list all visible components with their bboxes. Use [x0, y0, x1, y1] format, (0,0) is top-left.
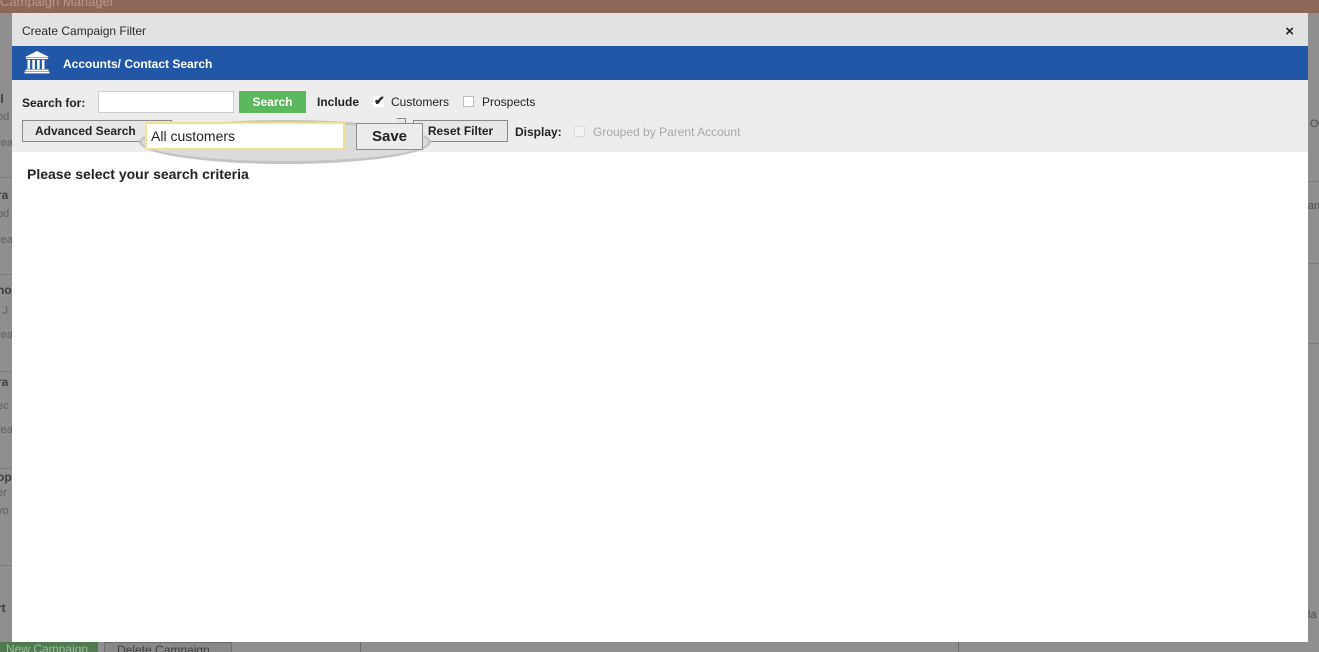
filter-name-input[interactable]	[145, 122, 345, 150]
save-button[interactable]: Save	[356, 123, 423, 150]
bank-icon	[24, 51, 50, 74]
display-label: Display:	[515, 125, 562, 139]
background-list-item-title: ll	[0, 92, 4, 106]
background-divider	[1308, 181, 1319, 182]
background-list-item-sub: yo	[0, 505, 9, 517]
background-bottom-bar: New Campaign Delete Campaign	[0, 642, 1319, 652]
background-list-item-sub: ec	[0, 400, 9, 412]
background-divider	[1308, 263, 1319, 264]
background-right-panel: O an la	[1308, 13, 1319, 652]
background-topbar: Campaign Manager	[0, 0, 1319, 13]
background-delete-campaign-button: Delete Campaign	[104, 642, 232, 652]
background-list-item-sub: i J	[0, 305, 8, 317]
background-new-campaign-button: New Campaign	[0, 642, 98, 652]
include-label: Include	[317, 95, 360, 109]
background-list-item-title: ra	[0, 188, 9, 202]
background-list-item-sub: er	[0, 487, 7, 499]
modal-titlebar: Create Campaign Filter ×	[12, 13, 1308, 46]
background-list-item-title: rt	[0, 601, 6, 615]
background-divider	[1308, 343, 1319, 344]
background-list-item-sub: rea	[0, 424, 12, 436]
modal-title: Create Campaign Filter	[22, 24, 147, 38]
background-right-fragment: la	[1308, 609, 1317, 621]
background-right-fragment: an	[1308, 200, 1319, 212]
prospects-checkbox[interactable]	[463, 96, 474, 107]
search-label: Search for:	[22, 96, 86, 110]
search-button[interactable]: Search	[239, 91, 306, 113]
section-title: Accounts/ Contact Search	[63, 57, 213, 71]
background-list-item: no i J rea	[0, 275, 12, 372]
background-list-item: rt	[0, 566, 12, 652]
background-list-item-sub: rea	[0, 234, 12, 246]
background-list-item-title: no	[0, 283, 12, 297]
create-campaign-filter-modal: Create Campaign Filter × Accounts/ Conta…	[12, 13, 1308, 642]
background-list-item-sub: od	[0, 208, 10, 220]
background-list-item-title: op	[0, 470, 12, 484]
background-divider	[958, 642, 959, 652]
background-list-item-sub: rea	[0, 137, 12, 149]
section-header: Accounts/ Contact Search	[12, 46, 1308, 80]
search-criteria-message: Please select your search criteria	[27, 166, 249, 182]
customers-label[interactable]: Customers	[391, 95, 449, 109]
background-list-item-sub: rea	[0, 329, 12, 341]
background-list-item: op er yo	[0, 469, 12, 566]
background-left-list: ll od rea ra od rea no i J rea ra ec rea…	[0, 13, 12, 652]
grouped-by-parent-label: Grouped by Parent Account	[593, 125, 741, 139]
checkmark-icon: ✔	[374, 93, 385, 108]
close-icon[interactable]: ×	[1285, 22, 1294, 42]
background-right-fragment: O	[1310, 118, 1319, 130]
background-topbar-title: Campaign Manager	[0, 0, 115, 9]
background-list-item-sub: od	[0, 111, 10, 123]
prospects-label[interactable]: Prospects	[482, 95, 535, 109]
background-divider	[360, 642, 361, 652]
background-list-item-title: ra	[0, 375, 9, 389]
background-list-item: ll od rea	[0, 81, 12, 178]
customers-checkbox[interactable]: ✔	[373, 93, 385, 108]
background-list-item: ra od rea	[0, 178, 12, 275]
search-input[interactable]	[98, 91, 234, 113]
background-list-item: ra ec rea	[0, 372, 12, 469]
grouped-by-parent-checkbox[interactable]	[574, 126, 585, 137]
